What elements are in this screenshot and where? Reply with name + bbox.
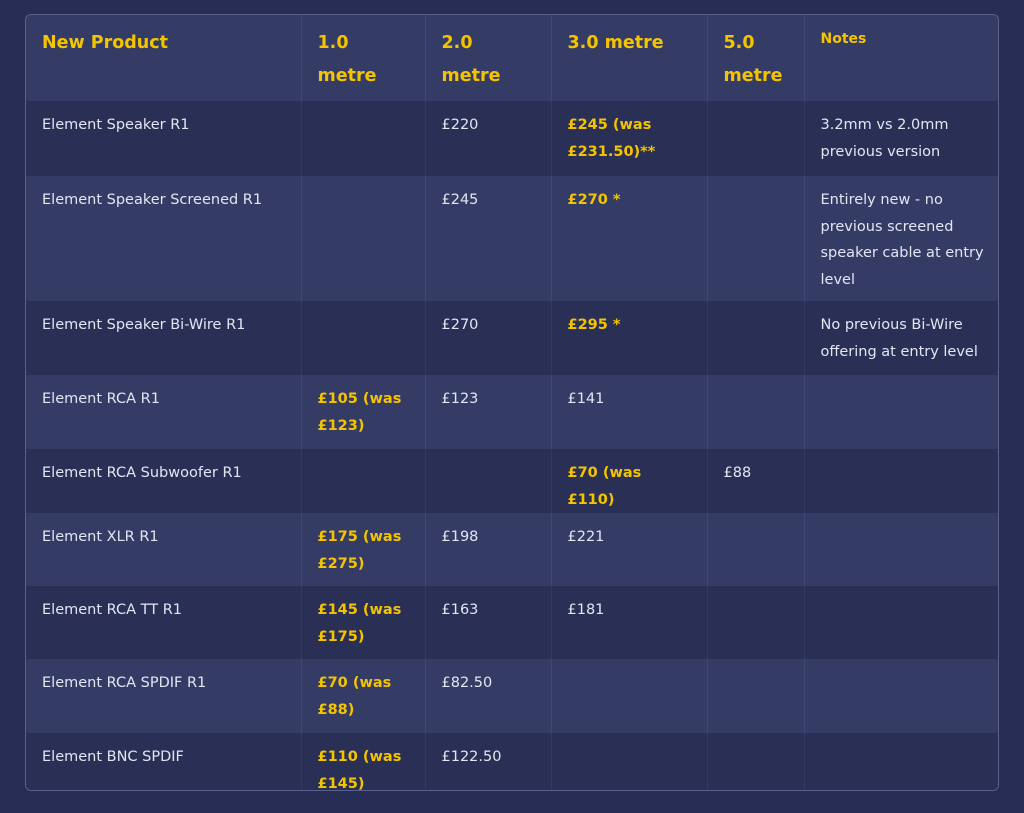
price-3-metre: £70 (was £110) (551, 449, 708, 513)
product-notes (804, 659, 998, 733)
price-5-metre (707, 586, 805, 659)
price-2-metre: £122.50 (425, 733, 552, 790)
price-3-metre: £181 (551, 586, 708, 659)
price-2-metre: £123 (425, 375, 552, 449)
price-2-metre: £198 (425, 513, 552, 586)
price-3-metre (551, 659, 708, 733)
price-1-metre (301, 101, 426, 176)
price-2-metre: £163 (425, 586, 552, 659)
price-5-metre: £88 (707, 449, 805, 513)
price-1-metre: £175 (was £275) (301, 513, 426, 586)
pricing-table-container: New Product 1.0 metre 2.0 metre 3.0 metr… (25, 14, 999, 791)
product-name: Element RCA Subwoofer R1 (26, 449, 302, 513)
price-3-metre: £245 (was £231.50)** (551, 101, 708, 176)
header-2-metre: 2.0 metre (425, 15, 552, 101)
product-notes: No previous Bi-Wire offering at entry le… (820, 317, 978, 360)
product-notes (804, 733, 998, 790)
price-1-metre (301, 301, 426, 375)
table-row: Element RCA R1 £105 (was £123) £123 £141 (26, 375, 998, 449)
table-row: Element Speaker Bi-Wire R1 £270 £295 * N… (26, 301, 998, 375)
product-name: Element BNC SPDIF (26, 733, 302, 790)
product-name: Element Speaker R1 (26, 101, 302, 176)
price-3-metre: £270 * (551, 176, 708, 301)
price-5-metre (707, 176, 805, 301)
price-1-metre (301, 449, 426, 513)
price-1-metre: £145 (was £175) (301, 586, 426, 659)
product-name: Element Speaker Screened R1 (26, 176, 302, 301)
pricing-table: New Product 1.0 metre 2.0 metre 3.0 metr… (26, 15, 998, 790)
table-row: Element Speaker R1 £220 £245 (was £231.5… (26, 101, 998, 176)
table-row: Element XLR R1 £175 (was £275) £198 £221 (26, 513, 998, 586)
price-3-metre: £221 (551, 513, 708, 586)
product-name: Element XLR R1 (26, 513, 302, 586)
price-2-metre: £220 (425, 101, 552, 176)
price-2-metre: £245 (425, 176, 552, 301)
price-2-metre: £82.50 (425, 659, 552, 733)
price-5-metre (707, 101, 805, 176)
price-3-metre: £295 * (551, 301, 708, 375)
table-row: Element RCA Subwoofer R1 £70 (was £110) … (26, 449, 998, 513)
price-3-metre (551, 733, 708, 790)
product-name: Element RCA R1 (26, 375, 302, 449)
price-1-metre: £105 (was £123) (301, 375, 426, 449)
price-5-metre (707, 733, 805, 790)
table-header-row: New Product 1.0 metre 2.0 metre 3.0 metr… (26, 15, 998, 101)
product-notes (804, 449, 998, 513)
product-name: Element RCA SPDIF R1 (26, 659, 302, 733)
product-notes (804, 513, 998, 586)
header-notes: Notes (820, 31, 867, 47)
product-notes: Entirely new - no previous screened spea… (820, 192, 984, 288)
price-1-metre: £70 (was £88) (301, 659, 426, 733)
price-3-metre: £141 (551, 375, 708, 449)
table-row: Element RCA TT R1 £145 (was £175) £163 £… (26, 586, 998, 659)
table-row: Element RCA SPDIF R1 £70 (was £88) £82.5… (26, 659, 998, 733)
header-new-product: New Product (26, 15, 302, 101)
product-name: Element Speaker Bi-Wire R1 (26, 301, 302, 375)
table-row: Element Speaker Screened R1 £245 £270 * … (26, 176, 998, 301)
product-notes (804, 375, 998, 449)
product-notes: 3.2mm vs 2.0mm previous version (820, 117, 949, 160)
table-row: Element BNC SPDIF £110 (was £145) £122.5… (26, 733, 998, 790)
product-name: Element RCA TT R1 (26, 586, 302, 659)
header-5-metre: 5.0 metre (707, 15, 805, 101)
product-notes (804, 586, 998, 659)
price-5-metre (707, 301, 805, 375)
price-2-metre: £270 (425, 301, 552, 375)
header-3-metre: 3.0 metre (551, 15, 708, 101)
price-1-metre: £110 (was £145) (301, 733, 426, 790)
price-5-metre (707, 659, 805, 733)
price-1-metre (301, 176, 426, 301)
price-2-metre (425, 449, 552, 513)
header-1-metre: 1.0 metre (301, 15, 426, 101)
price-5-metre (707, 375, 805, 449)
price-5-metre (707, 513, 805, 586)
